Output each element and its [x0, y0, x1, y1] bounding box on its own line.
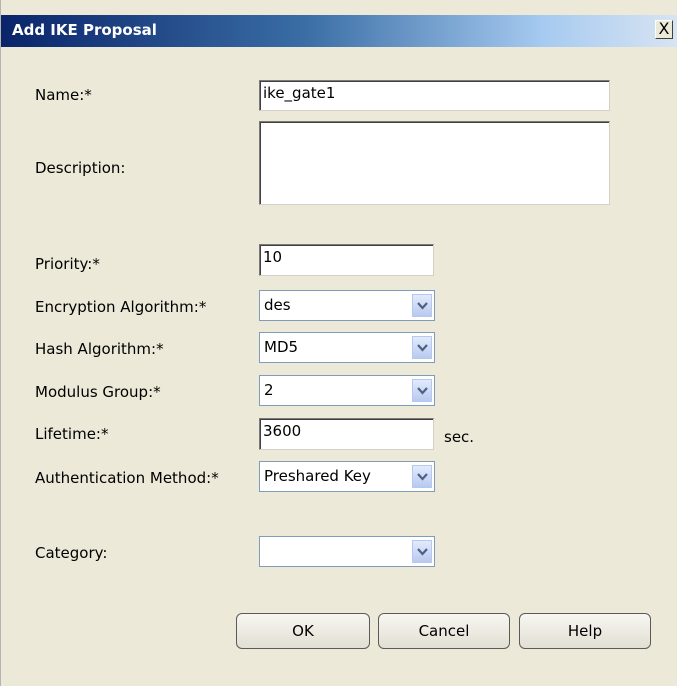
- close-button[interactable]: X: [655, 20, 673, 39]
- ok-button[interactable]: OK: [236, 613, 370, 649]
- close-icon: X: [658, 19, 670, 38]
- priority-label: Priority:*: [35, 255, 100, 273]
- chevron-down-icon[interactable]: [412, 294, 432, 317]
- lifetime-label: Lifetime:*: [35, 425, 109, 443]
- authentication-method-label: Authentication Method:*: [35, 469, 219, 487]
- dialog-title: Add IKE Proposal: [12, 21, 157, 39]
- lifetime-unit: sec.: [444, 428, 475, 446]
- cancel-button[interactable]: Cancel: [378, 613, 510, 649]
- encryption-algorithm-value: des: [264, 296, 291, 314]
- priority-input[interactable]: 10: [259, 244, 434, 276]
- chevron-down-icon[interactable]: [412, 379, 432, 402]
- hash-algorithm-value: MD5: [264, 338, 299, 356]
- hash-algorithm-label: Hash Algorithm:*: [35, 340, 164, 358]
- modulus-group-value: 2: [264, 381, 274, 399]
- modulus-group-label: Modulus Group:*: [35, 383, 161, 401]
- encryption-algorithm-label: Encryption Algorithm:*: [35, 298, 207, 316]
- encryption-algorithm-select[interactable]: des: [259, 290, 435, 321]
- chevron-down-icon[interactable]: [412, 465, 432, 488]
- category-select[interactable]: [259, 536, 435, 567]
- authentication-method-value: Preshared Key: [264, 467, 371, 485]
- chevron-down-icon[interactable]: [412, 540, 432, 563]
- category-label: Category:: [35, 544, 108, 562]
- lifetime-input[interactable]: 3600: [259, 418, 434, 450]
- modulus-group-select[interactable]: 2: [259, 375, 435, 406]
- hash-algorithm-select[interactable]: MD5: [259, 332, 435, 363]
- chevron-down-icon[interactable]: [412, 336, 432, 359]
- description-textarea[interactable]: [259, 121, 610, 205]
- name-label: Name:*: [35, 86, 92, 104]
- title-bar[interactable]: Add IKE Proposal X: [1, 15, 677, 47]
- add-ike-proposal-dialog: Add IKE Proposal X Name:* ike_gate1 Desc…: [0, 0, 677, 686]
- description-label: Description:: [35, 159, 126, 177]
- authentication-method-select[interactable]: Preshared Key: [259, 461, 435, 492]
- help-button[interactable]: Help: [519, 613, 651, 649]
- name-input[interactable]: ike_gate1: [259, 80, 610, 111]
